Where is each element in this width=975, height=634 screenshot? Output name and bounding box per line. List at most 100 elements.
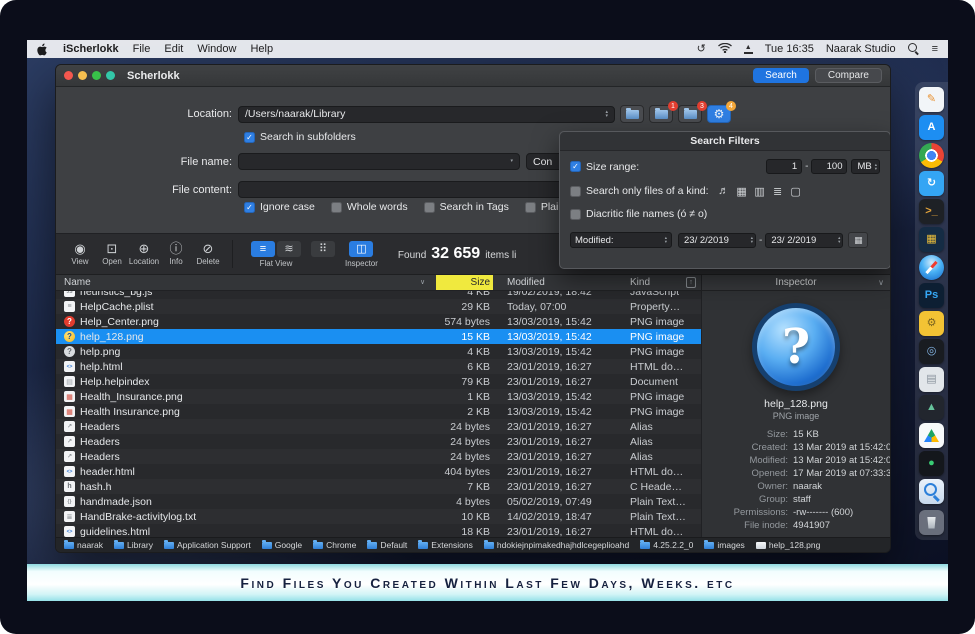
flat-view-button[interactable]: ≡ xyxy=(251,241,275,257)
location-tool-saved[interactable]: 3 xyxy=(678,105,702,123)
size-max-input[interactable]: 100 xyxy=(811,159,847,174)
dock-icon-photoshop[interactable]: Ps xyxy=(919,283,944,308)
table-row[interactable]: Help.helpindex 79 KB 23/01/2019, 16:27 D… xyxy=(56,374,701,389)
path-chip[interactable]: 4.25.2.2_0 xyxy=(640,540,693,550)
menu-user[interactable]: Naarak Studio xyxy=(826,43,896,55)
option-checkbox[interactable]: Ignore case xyxy=(244,201,315,213)
menu-item[interactable]: File xyxy=(133,43,151,55)
path-chip[interactable]: Chrome xyxy=(313,540,356,550)
toolbar-button-view[interactable]: ◉ View xyxy=(64,242,96,266)
dock-icon-photos-dark[interactable]: ▲ xyxy=(919,395,944,420)
table-row[interactable]: help_128.png 15 KB 13/03/2019, 15:42 PNG… xyxy=(56,329,701,344)
location-tool-browse[interactable] xyxy=(620,105,644,123)
dock-icon-settings-yellow[interactable]: ⚙ xyxy=(919,311,944,336)
menu-item[interactable]: Window xyxy=(197,43,236,55)
column-modified[interactable]: Modified xyxy=(507,277,545,288)
column-name[interactable]: Name xyxy=(64,277,91,288)
table-row[interactable]: Help_Center.png 574 bytes 13/03/2019, 15… xyxy=(56,314,701,329)
menu-clock[interactable]: Tue 16:35 xyxy=(765,43,814,55)
column-size[interactable]: Size xyxy=(436,275,493,290)
compare-mode-button[interactable]: Compare xyxy=(815,68,882,83)
table-row[interactable]: Health Insurance.png 2 KB 13/03/2019, 15… xyxy=(56,404,701,419)
toolbar-button-open[interactable]: ⊡ Open xyxy=(96,242,128,266)
location-combobox[interactable]: /Users/naarak/Library ▴▾ xyxy=(238,106,615,123)
path-chip[interactable]: Google xyxy=(262,540,302,550)
dock-icon-scherlokk[interactable] xyxy=(919,479,944,504)
kind-filter-checkbox[interactable] xyxy=(570,186,581,197)
table-row[interactable]: HelpCache.plist 29 KB Today, 07:00 Prope… xyxy=(56,299,701,314)
extra-window-button[interactable] xyxy=(106,71,115,80)
eject-icon[interactable]: ▲ xyxy=(744,45,753,54)
table-row[interactable]: header.html 404 bytes 23/01/2019, 16:27 … xyxy=(56,464,701,479)
dock-icon-appstore[interactable]: A xyxy=(919,115,944,140)
kind-filter-icon[interactable]: ♬ xyxy=(717,184,731,198)
dock-icon-sync[interactable]: ↻ xyxy=(919,171,944,196)
file-name-input[interactable]: ▾ xyxy=(238,153,520,170)
path-chip[interactable]: images xyxy=(704,540,744,550)
dock-icon-chrome[interactable] xyxy=(919,143,944,168)
table-row[interactable]: HandBrake-activitylog.txt 10 KB 14/02/20… xyxy=(56,509,701,524)
size-unit-stepper[interactable]: MB ▴▾ xyxy=(851,159,880,174)
menu-item[interactable]: Help xyxy=(250,43,273,55)
dock-icon-safari[interactable] xyxy=(919,255,944,280)
table-row[interactable]: heuristics_bg.js 4 KB 19/02/2019, 18:42 … xyxy=(56,291,701,299)
dock-icon-editor[interactable]: ✎ xyxy=(919,87,944,112)
dock-icon-files[interactable]: ▤ xyxy=(919,367,944,392)
wifi-icon[interactable] xyxy=(718,43,732,56)
size-min-input[interactable]: 1 xyxy=(766,159,802,174)
grid-view-button[interactable]: ⠿ xyxy=(311,241,335,257)
size-range-checkbox[interactable] xyxy=(570,161,581,172)
minimize-button[interactable] xyxy=(78,71,87,80)
history-icon[interactable]: ↺ xyxy=(697,44,706,55)
inspector-toggle-button[interactable]: ◫ xyxy=(349,241,373,257)
table-row[interactable]: help.png 4 KB 13/03/2019, 15:42 PNG imag… xyxy=(56,344,701,359)
menu-list-icon[interactable]: ≡ xyxy=(932,44,938,55)
inspector-header[interactable]: Inspector ∨ xyxy=(702,275,890,291)
toolbar-button-delete[interactable]: ⊘ Delete xyxy=(192,242,224,266)
path-chip[interactable]: naarak xyxy=(64,540,103,550)
table-row[interactable]: hash.h 7 KB 23/01/2019, 16:27 C Heade… xyxy=(56,479,701,494)
dock-icon-trash[interactable] xyxy=(919,510,944,535)
tree-view-button[interactable]: ≋ xyxy=(277,241,301,257)
file-content-input[interactable] xyxy=(238,181,570,198)
dock-icon-gdrive[interactable] xyxy=(919,423,944,448)
diacritic-checkbox[interactable] xyxy=(570,209,581,220)
path-chip[interactable]: Application Support xyxy=(164,540,251,550)
table-row[interactable]: Health_Insurance.png 1 KB 13/03/2019, 15… xyxy=(56,389,701,404)
table-row[interactable]: Headers 24 bytes 23/01/2019, 16:27 Alias xyxy=(56,419,701,434)
date-from-input[interactable]: 23/ 2/2019 ▴▾ xyxy=(678,233,756,248)
table-row[interactable]: guidelines.html 18 KB 23/01/2019, 16:27 … xyxy=(56,524,701,537)
zoom-button[interactable] xyxy=(92,71,101,80)
toolbar-button-info[interactable]: ⓘ Info xyxy=(160,242,192,266)
dock-icon-media[interactable]: ▦ xyxy=(919,227,944,252)
date-to-input[interactable]: 23/ 2/2019 ▴▾ xyxy=(765,233,843,248)
path-chip[interactable]: Default xyxy=(367,540,407,550)
table-row[interactable]: help.html 6 KB 23/01/2019, 16:27 HTML do… xyxy=(56,359,701,374)
option-checkbox[interactable]: Whole words xyxy=(331,201,408,213)
column-kind[interactable]: Kind xyxy=(630,277,650,288)
path-chip[interactable]: Extensions xyxy=(418,540,473,550)
date-field-select[interactable]: Modified: ▴▾ xyxy=(570,232,672,248)
location-tool-recents[interactable]: 1 xyxy=(649,105,673,123)
option-checkbox[interactable]: Search in Tags xyxy=(424,201,509,213)
toolbar-button-location[interactable]: ⊕ Location xyxy=(128,242,160,266)
menu-item[interactable]: iScherlokk xyxy=(63,43,119,55)
dock-icon-camera[interactable]: ◎ xyxy=(919,339,944,364)
subfolders-checkbox[interactable] xyxy=(244,132,255,143)
table-row[interactable]: handmade.json 4 bytes 05/02/2019, 07:49 … xyxy=(56,494,701,509)
path-chip[interactable]: Library xyxy=(114,540,153,550)
path-chip[interactable]: help_128.png xyxy=(756,540,821,550)
apple-menu-icon[interactable] xyxy=(37,43,49,56)
kind-filter-icon[interactable]: ≣ xyxy=(771,184,785,198)
table-row[interactable]: Headers 24 bytes 23/01/2019, 16:27 Alias xyxy=(56,449,701,464)
table-row[interactable]: Headers 24 bytes 23/01/2019, 16:27 Alias xyxy=(56,434,701,449)
menu-item[interactable]: Edit xyxy=(164,43,183,55)
location-tool-filters[interactable]: 4 xyxy=(707,105,731,123)
dock-icon-activity[interactable]: ● xyxy=(919,451,944,476)
kind-filter-icon[interactable]: ▥ xyxy=(753,184,767,198)
kind-filter-icon[interactable]: ▢ xyxy=(789,184,803,198)
search-mode-button[interactable]: Search xyxy=(753,68,809,83)
spotlight-icon[interactable] xyxy=(908,43,920,55)
path-chip[interactable]: hdokiejnpimakedhajhdlcegeplioahd xyxy=(484,540,629,550)
calendar-icon[interactable]: ▦ xyxy=(848,232,868,248)
